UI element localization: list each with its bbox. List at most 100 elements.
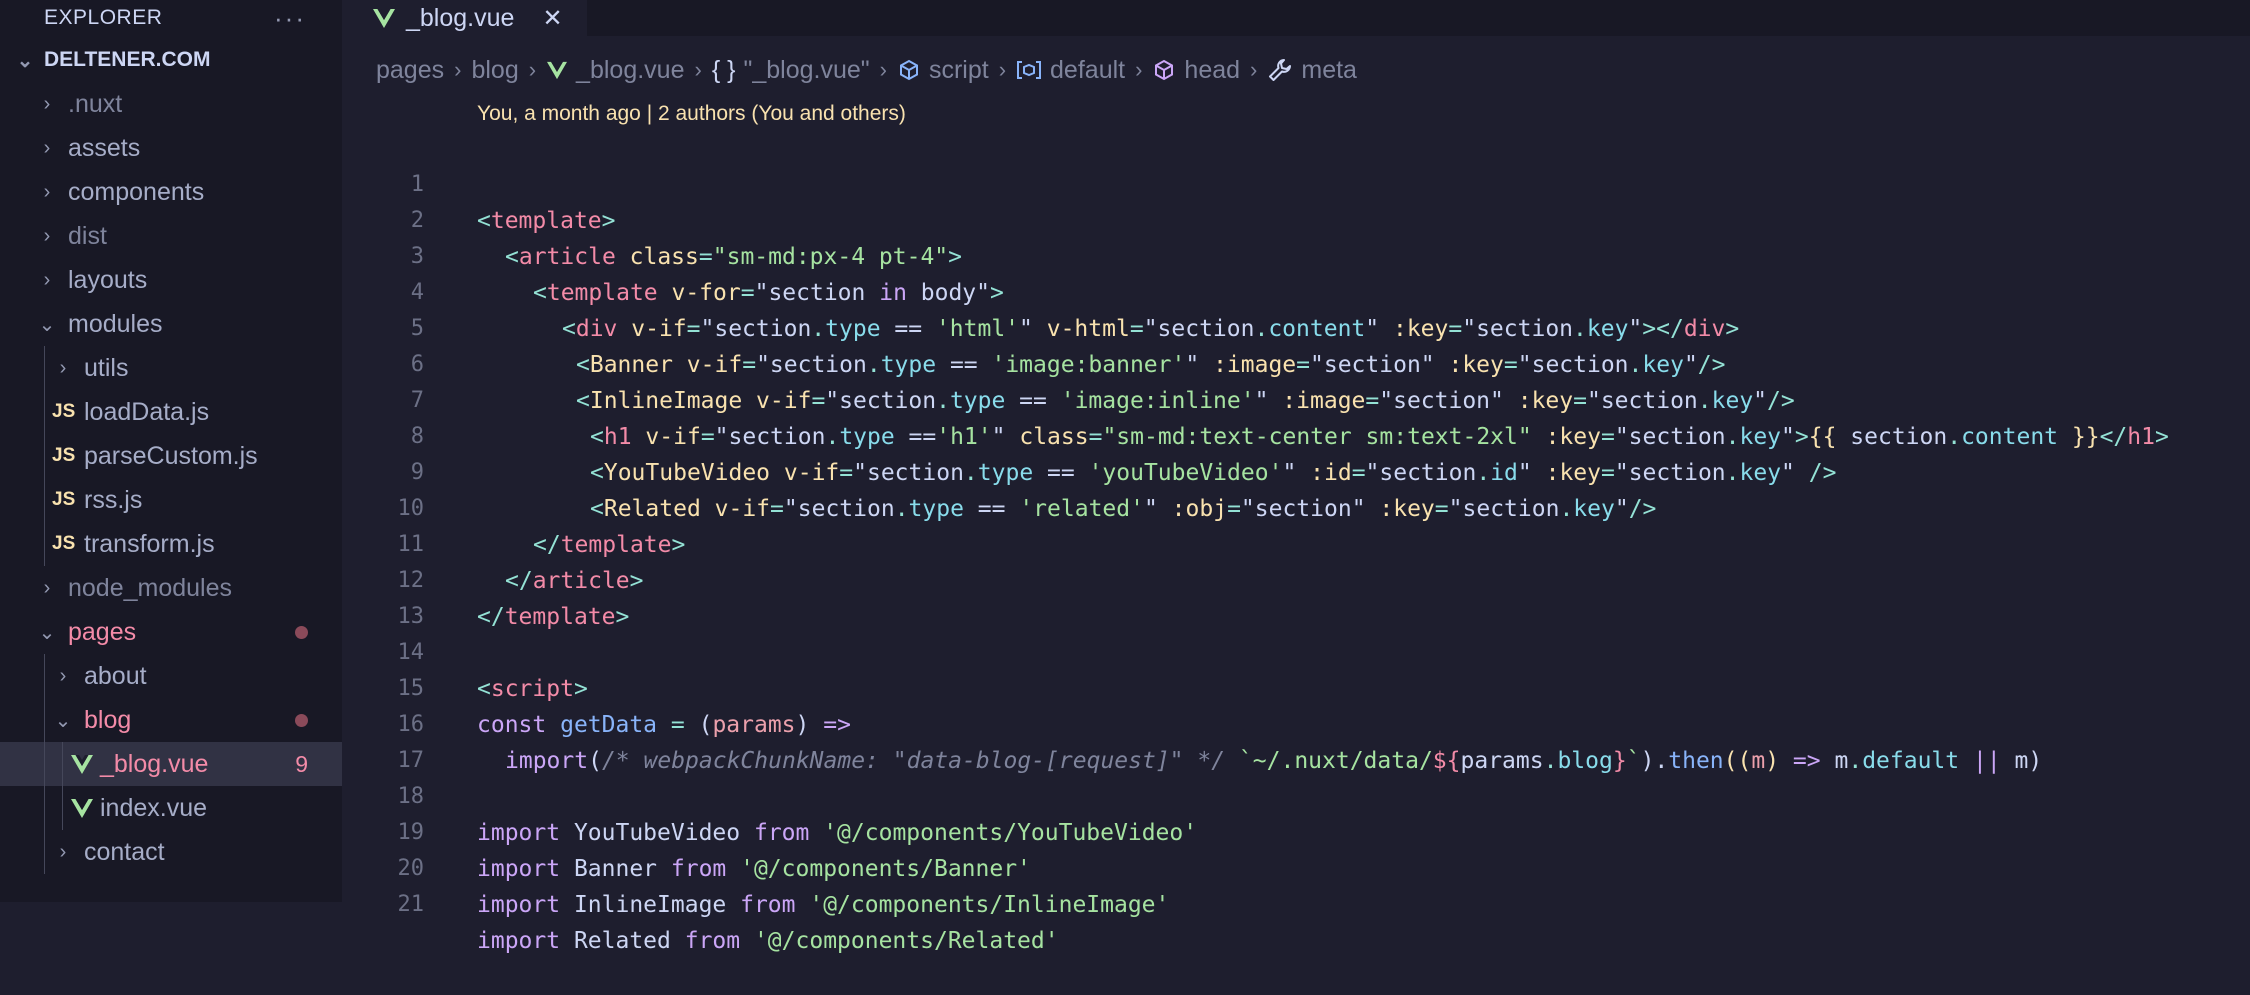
- module-icon: [897, 58, 921, 82]
- breadcrumb-item[interactable]: blog: [471, 56, 518, 85]
- chevron-right-icon: ›: [59, 840, 67, 863]
- chevron-right-icon: ›: [528, 57, 537, 82]
- tree-folder-blog[interactable]: ⌄ blog: [0, 698, 342, 742]
- chevron-right-icon: ›: [43, 180, 51, 203]
- code-line: 4 <div v-if="section.type == 'html'" v-h…: [342, 239, 2250, 342]
- git-blame-annotation[interactable]: You, a month ago | 2 authors (You and ot…: [477, 102, 906, 126]
- tree-file-transform[interactable]: JS transform.js: [0, 522, 342, 566]
- tree-label: node_modules: [68, 573, 233, 602]
- indent-guide: [44, 478, 45, 522]
- tree-label: dist: [68, 221, 107, 250]
- breadcrumb-item[interactable]: "_blog.vue": [743, 56, 869, 85]
- tree-folder-node-modules[interactable]: › node_modules: [0, 566, 342, 610]
- breadcrumb-item[interactable]: meta: [1301, 56, 1357, 85]
- code-text: import Related from '@/components/Relate…: [477, 928, 1059, 954]
- tree-file-rss[interactable]: JS rss.js: [0, 478, 342, 522]
- chevron-right-icon: ›: [59, 356, 67, 379]
- code-line: 3 <template v-for="section in body">: [342, 203, 2250, 306]
- tree-label: transform.js: [84, 529, 215, 558]
- tree-folder-assets[interactable]: › assets: [0, 126, 342, 170]
- code-line: 17: [342, 707, 2250, 773]
- indent-guide: [44, 830, 45, 874]
- chevron-down-icon: ⌄: [54, 709, 72, 732]
- wrench-icon: [1267, 57, 1293, 83]
- vue-file-icon: [71, 755, 93, 774]
- cube-icon: [1152, 58, 1176, 82]
- tree-folder-dist[interactable]: › dist: [0, 214, 342, 258]
- indent-guide: [44, 434, 45, 478]
- problem-count-badge: 9: [295, 750, 308, 777]
- breadcrumb-item[interactable]: _blog.vue: [576, 56, 684, 85]
- code-line: 14 <script>: [342, 599, 2250, 702]
- code-line: 7 <h1 v-if="section.type =='h1'" class="…: [342, 347, 2250, 450]
- chevron-right-icon: ›: [43, 224, 51, 247]
- chevron-right-icon: ›: [43, 576, 51, 599]
- tree-file-blog-vue[interactable]: _blog.vue 9: [0, 742, 342, 786]
- chevron-down-icon: ⌄: [38, 313, 56, 336]
- editor-area: _blog.vue ✕ pages › blog › _blog.vue › {…: [342, 0, 2250, 954]
- breadcrumb: pages › blog › _blog.vue › { } "_blog.vu…: [342, 50, 2250, 90]
- ellipsis-icon[interactable]: ···: [274, 3, 306, 34]
- chevron-right-icon: ›: [694, 57, 702, 82]
- tree-folder-components[interactable]: › components: [0, 170, 342, 214]
- workspace-root[interactable]: ⌄ DELTENER.COM: [0, 38, 342, 82]
- vue-file-icon: [546, 60, 568, 80]
- tree-label: parseCustom.js: [84, 441, 258, 470]
- tree-label: assets: [68, 133, 141, 162]
- breadcrumb-item[interactable]: default: [1050, 56, 1125, 85]
- tree-label: about: [84, 661, 147, 690]
- tree-folder-nuxt[interactable]: › .nuxt: [0, 82, 342, 126]
- indent-guide: [44, 522, 45, 566]
- tree-folder-modules[interactable]: ⌄ modules: [0, 302, 342, 346]
- code-line: 8 <YouTubeVideo v-if="section.type == 'y…: [342, 383, 2250, 486]
- indent-guide: [62, 786, 63, 830]
- js-file-icon: JS: [52, 445, 76, 466]
- code-line: 21 import Related from '@/components/Rel…: [342, 851, 2250, 954]
- tree-file-parsecustom[interactable]: JS parseCustom.js: [0, 434, 342, 478]
- chevron-right-icon: ›: [1250, 57, 1258, 82]
- vue-file-icon: [373, 9, 395, 28]
- indent-guide: [44, 786, 45, 830]
- breadcrumb-item[interactable]: script: [929, 56, 989, 85]
- tab-bar: _blog.vue ✕: [342, 0, 2250, 36]
- breadcrumb-item[interactable]: pages: [376, 56, 444, 85]
- chevron-right-icon: ›: [879, 57, 887, 82]
- close-icon[interactable]: ✕: [542, 4, 562, 33]
- tree-label: loadData.js: [84, 397, 210, 426]
- tab-label: _blog.vue: [406, 3, 515, 32]
- explorer-sidebar: EXPLORER ··· ⌄ DELTENER.COM › .nuxt › as…: [0, 0, 342, 902]
- modified-dot: [295, 713, 308, 727]
- code-line: 9 <Related v-if="section.type == 'relate…: [342, 419, 2250, 522]
- variable-icon: [1016, 59, 1042, 81]
- chevron-right-icon: ›: [1135, 57, 1143, 82]
- tree-file-loaddata[interactable]: JS loadData.js: [0, 390, 342, 434]
- js-file-icon: JS: [52, 401, 76, 422]
- tree-label: rss.js: [84, 485, 143, 514]
- code-line: 13: [342, 563, 2250, 629]
- chevron-right-icon: ›: [43, 136, 51, 159]
- tree-folder-contact[interactable]: › contact: [0, 830, 342, 874]
- tree-label: index.vue: [100, 793, 208, 822]
- tree-folder-about[interactable]: › about: [0, 654, 342, 698]
- chevron-right-icon: ›: [59, 664, 67, 687]
- js-file-icon: JS: [52, 533, 76, 554]
- tree-label: _blog.vue: [100, 749, 209, 778]
- tree-label: blog: [84, 705, 132, 734]
- code-editor[interactable]: 1 <template> 2 <article class="sm-md:px-…: [342, 131, 2250, 954]
- code-line: 11 </article>: [342, 491, 2250, 594]
- code-line: 12 </template>: [342, 527, 2250, 630]
- breadcrumb-item[interactable]: head: [1184, 56, 1240, 85]
- tree-label: contact: [84, 837, 165, 866]
- code-line: 10 </template>: [342, 455, 2250, 558]
- workspace-root-label: DELTENER.COM: [44, 48, 211, 71]
- tab-blog-vue[interactable]: _blog.vue ✕: [342, 0, 587, 36]
- tree-folder-utils[interactable]: › utils: [0, 346, 342, 390]
- tree-folder-layouts[interactable]: › layouts: [0, 258, 342, 302]
- indent-guide: [44, 698, 45, 742]
- explorer-header: EXPLORER ···: [0, 0, 342, 36]
- chevron-right-icon: ›: [43, 92, 51, 115]
- tree-folder-pages[interactable]: ⌄ pages: [0, 610, 342, 654]
- code-line: 19 import Banner from '@/components/Bann…: [342, 779, 2250, 882]
- modified-dot: [295, 625, 308, 639]
- tree-file-index-vue[interactable]: index.vue: [0, 786, 342, 830]
